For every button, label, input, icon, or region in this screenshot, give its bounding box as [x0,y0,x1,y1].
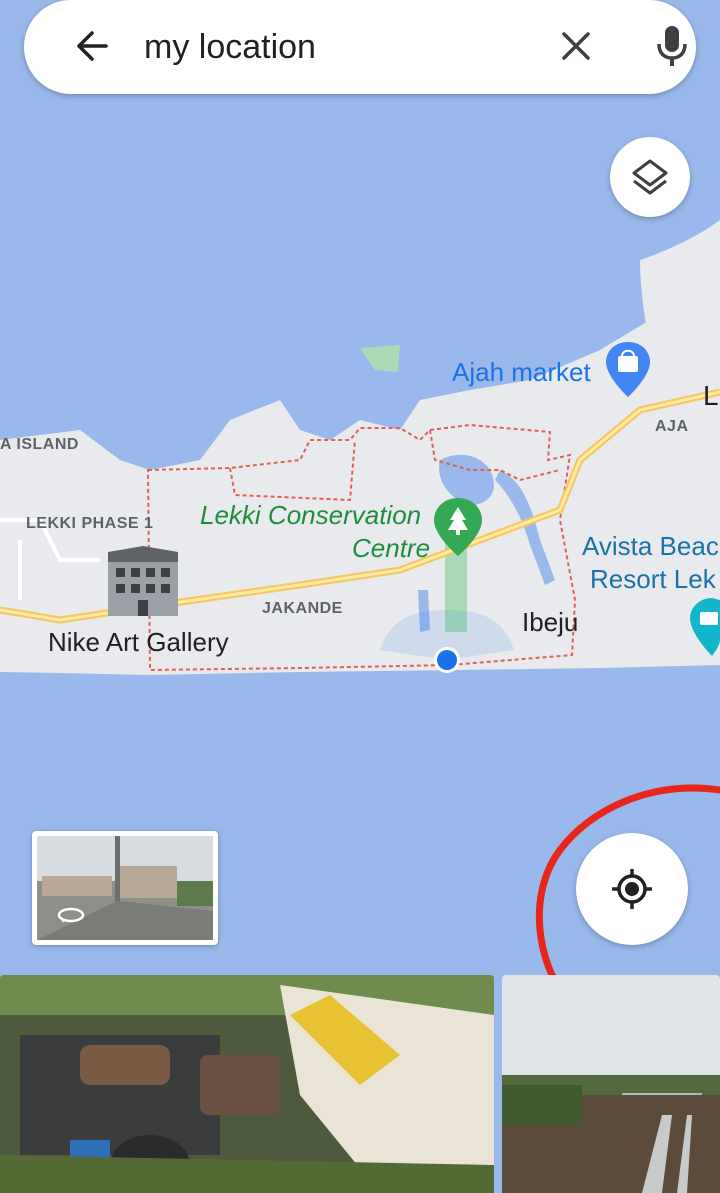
my-location-button[interactable] [576,833,688,945]
arrow-back-icon[interactable] [72,26,112,66]
land-mainland [0,290,720,675]
map-label-ibeju: Ibeju [522,607,579,637]
map-label-avista-2[interactable]: Resort Lek [590,564,716,595]
layers-button[interactable] [610,137,690,217]
building-icon[interactable] [108,546,178,616]
map-label-island: A ISLAND [0,436,79,453]
map-label-lekki-conservation[interactable]: Lekki Conservation [200,500,421,531]
search-bar[interactable]: my location [24,0,696,94]
microphone-icon[interactable] [652,24,692,68]
360-rotate-icon [57,907,85,923]
close-icon[interactable] [556,26,596,66]
map-label-ajah-market[interactable]: Ajah market [452,357,591,388]
search-input[interactable]: my location [144,24,316,70]
park-north [360,345,400,372]
layers-icon [632,159,668,195]
place-photo[interactable] [0,975,494,1193]
map-label-avista[interactable]: Avista Beac [582,531,719,562]
place-photos[interactable] [0,975,720,1193]
place-photo[interactable] [502,975,720,1193]
street-view-thumbnail[interactable] [32,831,218,945]
map-label-lekki-phase: LEKKI PHASE 1 [26,515,154,532]
map-label-lekki-conservation-2[interactable]: Centre [352,533,430,564]
map-label-aja: AJA [655,418,689,435]
map-label-jakande: JAKANDE [262,600,343,617]
map-label-aja-letter: L [703,380,719,411]
my-location-icon [612,869,652,909]
map-label-nike-gallery[interactable]: Nike Art Gallery [48,627,229,658]
